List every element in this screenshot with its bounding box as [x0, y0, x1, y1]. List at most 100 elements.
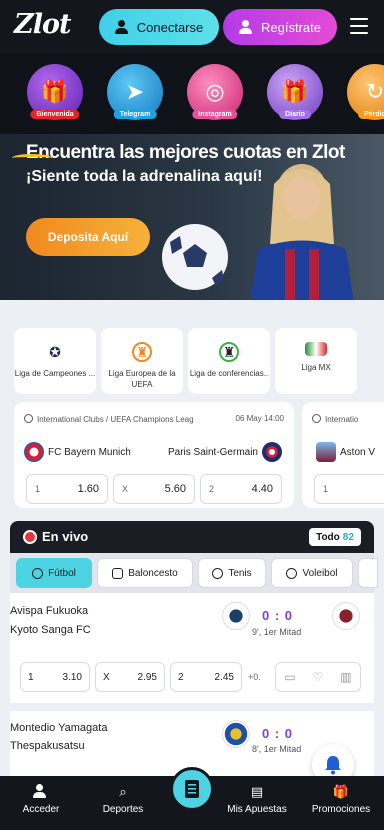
tab-more[interactable] [358, 558, 378, 588]
promo-telegram[interactable]: ➤ Telegram [107, 64, 163, 120]
tab-baloncesto[interactable]: Baloncesto [97, 558, 193, 588]
deposit-button[interactable]: Deposita Aquí [26, 218, 150, 256]
odd-home-button[interactable]: 1 [314, 474, 384, 504]
odd-draw-button[interactable]: X 2.95 [95, 662, 165, 692]
nav-my-bets[interactable]: ▤ Mis Apuestas [222, 784, 292, 815]
betslip-icon [185, 780, 199, 798]
match-actions: ▭ ♡ ▥ [275, 662, 361, 692]
hero-swoosh [12, 154, 52, 162]
top-header: Zlot Conectarse Regístrate [0, 0, 384, 54]
match-date: 06 May 14:00 [235, 414, 284, 423]
match-score: 0 : 0 [262, 608, 294, 623]
nav-login[interactable]: Acceder [6, 784, 76, 815]
liga-mx-icon [305, 342, 327, 356]
league-card-europa[interactable]: ♜ Liga Europea de la UEFA [101, 328, 183, 394]
zlot-logo[interactable]: Zlot [14, 9, 71, 40]
instagram-icon: ◎ [205, 79, 225, 104]
tab-futbol[interactable]: Fútbol [16, 558, 92, 588]
europa-league-icon: ♜ [132, 342, 152, 362]
odd-home-button[interactable]: 1 3.10 [20, 662, 90, 692]
soccer-ball-image [162, 224, 228, 290]
hero-subheadline: ¡Siente toda la adrenalina aquí! [26, 168, 263, 185]
match-time: 8', 1er Mitad [252, 744, 302, 754]
match-score: 0 : 0 [262, 726, 294, 741]
gift-icon: 🎁 [41, 79, 69, 104]
user-lock-icon [33, 784, 49, 800]
connect-label: Conectarse [136, 19, 204, 35]
nav-sports[interactable]: ⌕ Deportes [88, 784, 158, 815]
hero-headline: Encuentra las mejores cuotas en Zlot [26, 142, 345, 163]
odd-home-button[interactable]: 1 1.60 [26, 474, 108, 504]
match-time: 9', 1er Mitad [252, 627, 302, 637]
hamburger-menu-icon[interactable] [350, 18, 368, 34]
cashback-icon: ↻ [365, 79, 384, 104]
bayern-crest-icon [24, 442, 44, 462]
away-team-name: Thespakusatsu [10, 740, 85, 752]
promo-bienvenida[interactable]: 🎁 Bienvenida [27, 64, 83, 120]
tab-voleibol[interactable]: Voleibol [271, 558, 353, 588]
tickets-icon: ▤ [250, 784, 264, 799]
live-title: En vivo [42, 529, 89, 544]
nav-promotions[interactable]: 🎁 Promociones [306, 784, 376, 815]
basketball-icon [112, 567, 124, 579]
home-team-name: Montedio Yamagata [10, 722, 108, 734]
promo-strip: 🎁 Bienvenida ➤ Telegram ◎ Instagram 🎁 Di… [0, 54, 384, 134]
league-card-conference[interactable]: ♜ Liga de conferencias.. [188, 328, 270, 394]
volleyball-icon [286, 567, 298, 579]
home-team: Aston V [316, 442, 375, 462]
register-label: Regístrate [261, 19, 321, 35]
live-section-header: En vivo Todo 82 [10, 521, 374, 553]
live-indicator-icon [23, 530, 37, 544]
tv-icon[interactable]: ▭ [284, 670, 295, 684]
telegram-icon: ➤ [125, 79, 145, 104]
league-card-champions[interactable]: ✪ Liga de Campeones ... [14, 328, 96, 394]
league-card-liga-mx[interactable]: Liga MX [275, 328, 357, 394]
away-team: Paris Saint-Germain [168, 442, 282, 462]
home-team-name: Avispa Fukuoka [10, 605, 89, 617]
more-markets-link[interactable]: +0. [248, 662, 261, 692]
conference-league-icon: ♜ [219, 342, 239, 362]
promo-label: Diario [279, 110, 311, 119]
avispa-crest-icon [222, 602, 250, 630]
soccer-icon [32, 567, 44, 579]
tennis-icon [212, 567, 224, 579]
globe-icon [24, 414, 33, 423]
user-add-icon [239, 20, 253, 34]
kyoto-crest-icon [332, 602, 360, 630]
odd-draw-button[interactable]: X 5.60 [113, 474, 195, 504]
promo-diario[interactable]: 🎁 Diario [267, 64, 323, 120]
globe-icon [312, 414, 321, 423]
favorite-heart-icon[interactable]: ♡ [313, 670, 324, 684]
hero-banner: Encuentra las mejores cuotas en Zlot ¡Si… [0, 134, 384, 300]
league-name: Liga de conferencias.. [189, 369, 269, 378]
promo-label: Instagram [192, 110, 238, 119]
match-competition: International Clubs / UEFA Champions Lea… [24, 414, 194, 424]
tab-tenis[interactable]: Tenis [198, 558, 266, 588]
gift-icon: 🎁 [332, 784, 350, 799]
home-team: FC Bayern Munich [24, 442, 131, 462]
aston-villa-crest-icon [316, 442, 336, 462]
odd-away-button[interactable]: 2 2.45 [170, 662, 242, 692]
featured-match-card[interactable]: Internatio Aston V 1 [302, 402, 384, 508]
bell-icon [325, 756, 341, 775]
montedio-crest-icon [222, 720, 250, 748]
promo-instagram[interactable]: ◎ Instagram [187, 64, 243, 120]
promo-label: Pérdid [358, 110, 384, 119]
promo-label: Telegram [113, 110, 157, 119]
league-name: Liga MX [301, 363, 331, 372]
connect-button[interactable]: Conectarse [99, 9, 219, 45]
featured-match-card[interactable]: International Clubs / UEFA Champions Lea… [14, 402, 294, 508]
betslip-button[interactable] [170, 767, 214, 811]
sports-search-icon: ⌕ [119, 784, 127, 799]
odd-away-button[interactable]: 2 4.40 [200, 474, 282, 504]
promo-label: Bienvenida [30, 110, 80, 119]
all-live-button[interactable]: Todo 82 [309, 528, 361, 546]
promo-perdida[interactable]: ↻ Pérdid [347, 64, 384, 120]
register-button[interactable]: Regístrate [223, 9, 337, 45]
league-name: Liga de Campeones ... [14, 369, 96, 378]
match-competition: Internatio [312, 414, 358, 424]
psg-crest-icon [262, 442, 282, 462]
sport-tabs: Fútbol Baloncesto Tenis Voleibol [10, 553, 378, 593]
stats-icon[interactable]: ▥ [340, 670, 351, 684]
away-team-name: Kyoto Sanga FC [10, 624, 91, 636]
